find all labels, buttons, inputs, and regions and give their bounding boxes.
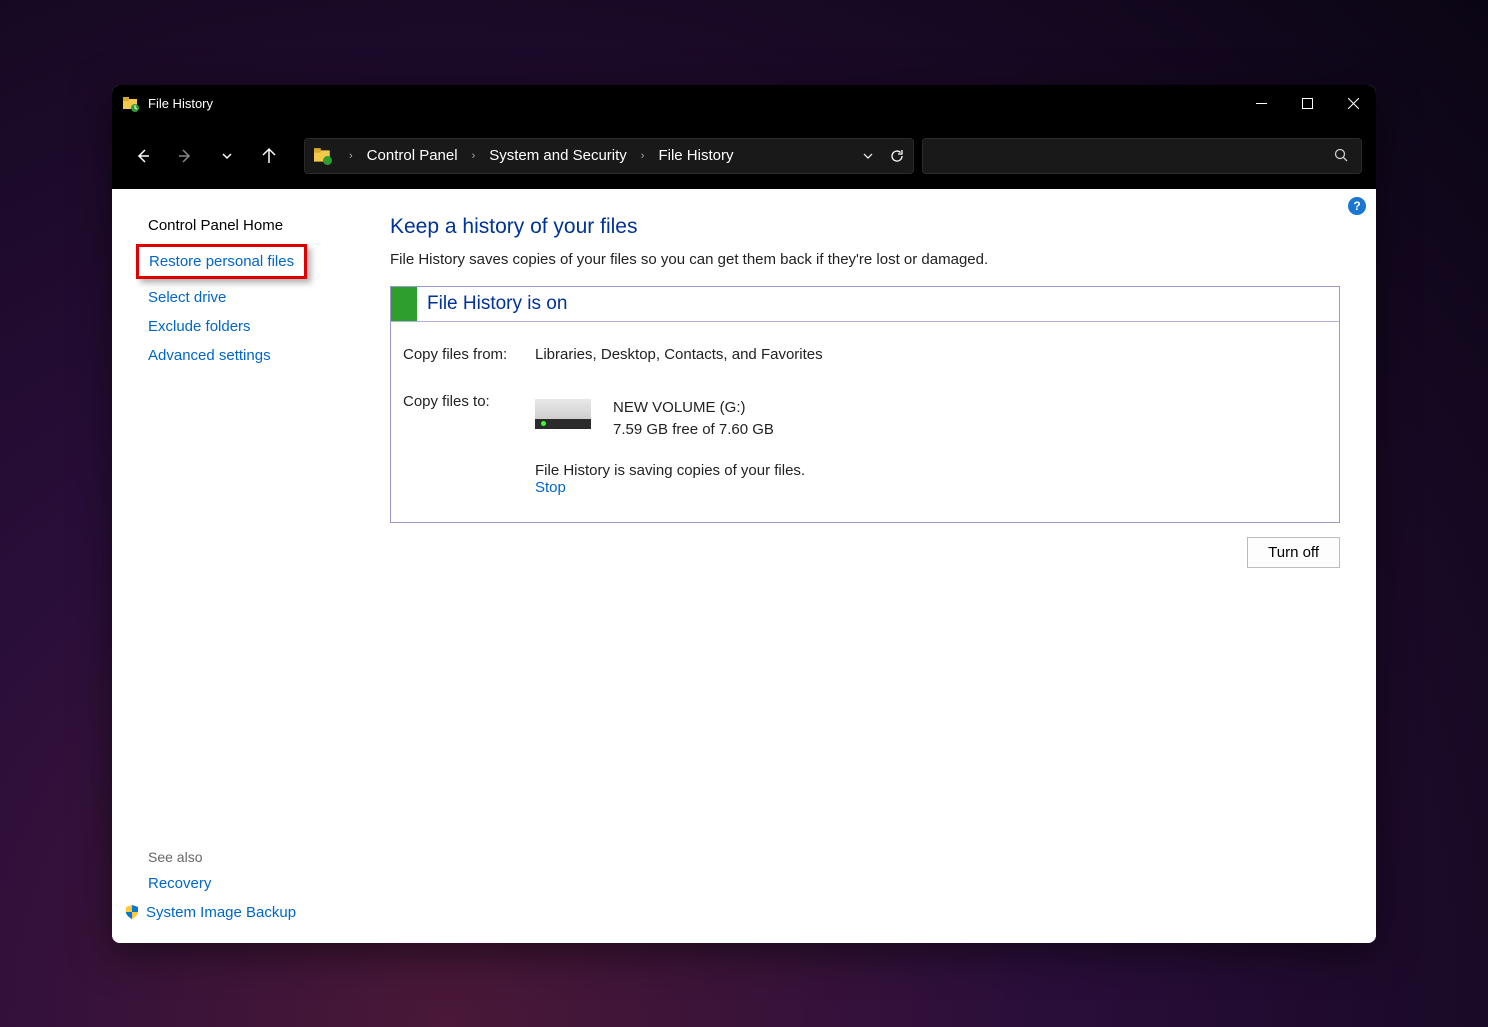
- sidebar-select-drive[interactable]: Select drive: [148, 283, 390, 312]
- chevron-right-icon[interactable]: ›: [466, 150, 482, 162]
- folder-icon: [313, 146, 333, 166]
- close-button[interactable]: [1330, 85, 1376, 123]
- status-box: File History is on Copy files from: Libr…: [390, 286, 1340, 523]
- sidebar-system-image-backup[interactable]: System Image Backup: [146, 898, 296, 927]
- refresh-button[interactable]: [889, 148, 905, 164]
- stop-link[interactable]: Stop: [535, 479, 823, 496]
- search-icon: [1334, 148, 1349, 163]
- copy-from-value: Libraries, Desktop, Contacts, and Favori…: [535, 342, 823, 367]
- copy-from-label: Copy files from:: [403, 342, 533, 367]
- sidebar: Control Panel Home Restore personal file…: [112, 189, 390, 943]
- search-box[interactable]: [922, 138, 1362, 174]
- sidebar-advanced-settings[interactable]: Advanced settings: [148, 341, 390, 370]
- titlebar: File History: [112, 85, 1376, 123]
- breadcrumb-file-history[interactable]: File History: [654, 145, 737, 166]
- page-heading: Keep a history of your files: [390, 215, 1340, 239]
- shield-icon: [124, 904, 140, 920]
- main-panel: Keep a history of your files File Histor…: [390, 189, 1376, 943]
- drive-space: 7.59 GB free of 7.60 GB: [613, 419, 774, 442]
- content-area: ? Control Panel Home Restore personal fi…: [112, 189, 1376, 943]
- minimize-button[interactable]: [1238, 85, 1284, 123]
- forward-button[interactable]: [168, 139, 202, 173]
- maximize-button[interactable]: [1284, 85, 1330, 123]
- address-dropdown-button[interactable]: [861, 149, 875, 163]
- address-bar[interactable]: › Control Panel › System and Security › …: [304, 138, 914, 174]
- chevron-right-icon[interactable]: ›: [343, 150, 359, 162]
- copy-to-label: Copy files to:: [403, 389, 533, 500]
- see-also-label: See also: [148, 849, 390, 869]
- saving-status-message: File History is saving copies of your fi…: [535, 462, 823, 479]
- window-title: File History: [148, 96, 213, 111]
- up-button[interactable]: [252, 139, 286, 173]
- breadcrumb-control-panel[interactable]: Control Panel: [363, 145, 462, 166]
- app-icon: [122, 95, 140, 113]
- nav-toolbar: › Control Panel › System and Security › …: [112, 123, 1376, 189]
- page-subtitle: File History saves copies of your files …: [390, 251, 1340, 268]
- recent-locations-button[interactable]: [210, 139, 244, 173]
- drive-icon: [535, 399, 591, 429]
- breadcrumb-system-security[interactable]: System and Security: [485, 145, 631, 166]
- help-icon[interactable]: ?: [1348, 197, 1366, 215]
- highlight-restore-personal-files: Restore personal files: [136, 244, 307, 279]
- file-history-window: File History: [112, 85, 1376, 943]
- status-header: File History is on: [391, 287, 1339, 322]
- chevron-right-icon[interactable]: ›: [635, 150, 651, 162]
- sidebar-restore-personal-files[interactable]: Restore personal files: [149, 247, 294, 276]
- status-title: File History is on: [417, 293, 567, 315]
- back-button[interactable]: [126, 139, 160, 173]
- turn-off-button[interactable]: Turn off: [1247, 537, 1340, 568]
- sidebar-recovery[interactable]: Recovery: [148, 869, 390, 898]
- sidebar-control-panel-home[interactable]: Control Panel Home: [148, 211, 390, 240]
- status-indicator-icon: [391, 287, 417, 321]
- sidebar-exclude-folders[interactable]: Exclude folders: [148, 312, 390, 341]
- drive-name: NEW VOLUME (G:): [613, 397, 774, 420]
